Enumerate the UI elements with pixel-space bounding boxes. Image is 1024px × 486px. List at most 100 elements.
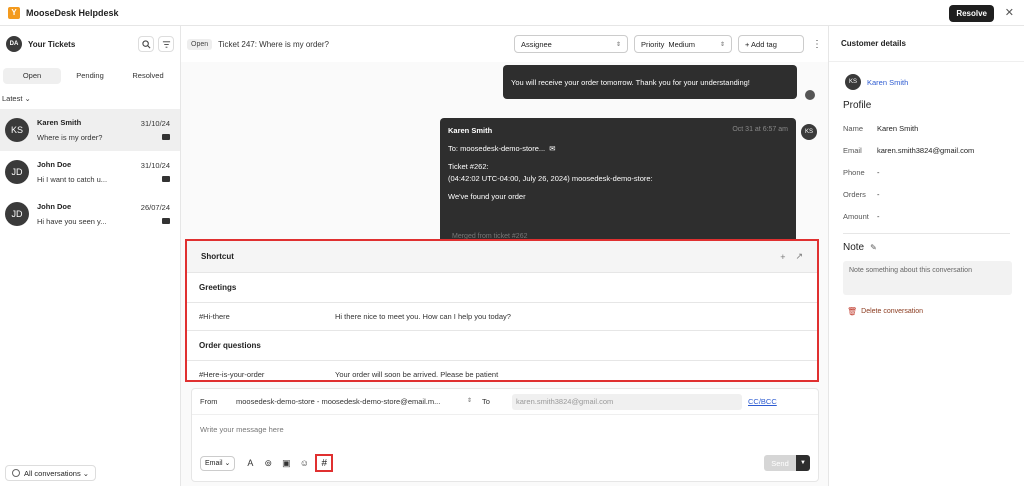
assignee-select[interactable]: Assignee ⇕ — [514, 35, 628, 53]
shortcut-header: Shortcut + ↗ — [187, 241, 817, 273]
customer-message-meta: (04:42:02 UTC-04:00, July 26, 2024) moos… — [448, 174, 653, 183]
ticket-sidebar: DA Your Tickets Open Pending Resolved La… — [0, 26, 181, 486]
shortcut-item[interactable]: #Hi-there Hi there nice to meet you. How… — [187, 303, 817, 331]
chevron-down-icon: ⌄ — [24, 94, 31, 103]
user-avatar[interactable]: DA — [6, 36, 22, 52]
cc-bcc-link[interactable]: CC/BCC — [748, 397, 777, 406]
chevron-updown-icon: ⇕ — [615, 41, 621, 48]
profile-field-orders: Orders - — [829, 183, 1024, 205]
top-bar: Y MooseDesk Helpdesk Resolve ✕ — [0, 0, 1024, 26]
priority-select[interactable]: Priority Medium ⇕ — [634, 35, 732, 53]
all-conversations-dropdown[interactable]: All conversations ⌄ — [5, 465, 97, 481]
field-label: Amount — [843, 211, 869, 221]
shortcut-group-title: Greetings — [187, 273, 817, 303]
status-badge: Open — [187, 38, 213, 50]
field-value: Karen Smith — [877, 123, 919, 133]
customer-contact: KS Karen Smith — [829, 62, 1024, 90]
image-icon[interactable]: ▣ — [277, 458, 295, 469]
customer-details-header: Customer details — [829, 26, 1024, 62]
avatar: KS — [845, 74, 861, 90]
from-label: From — [200, 397, 218, 406]
customer-details-panel: Customer details KS Karen Smith Profile … — [828, 26, 1024, 486]
note-title: Note — [843, 242, 865, 253]
agent-avatar — [805, 90, 815, 100]
customer-message-ticket: Ticket #262: — [448, 162, 489, 171]
from-to-row: From moosedesk-demo-store - moosedesk-de… — [192, 389, 818, 415]
conversation-pane: Open Ticket 247: Where is my order? Assi… — [181, 26, 828, 486]
message-input[interactable]: Write your message here — [192, 415, 818, 451]
tab-open[interactable]: Open — [3, 68, 61, 84]
composer-toolbar: Email ⌄ A ⊚ ▣ ☺ # Send ▼ — [192, 451, 818, 475]
ticket-status-tabs: Open Pending Resolved — [3, 68, 177, 84]
open-external-icon[interactable]: ↗ — [795, 251, 803, 262]
mail-icon — [162, 176, 170, 182]
to-field[interactable]: karen.smith3824@gmail.com — [512, 393, 742, 410]
shortcut-text: Hi there nice to meet you. How can I hel… — [335, 312, 511, 321]
edit-pencil-icon[interactable]: ✎ — [870, 243, 877, 252]
agent-message: You will receive your order tomorrow. Th… — [503, 65, 797, 99]
conversation-list: KS Karen Smith Where is my order? 31/10/… — [0, 109, 180, 235]
list-item[interactable]: JD John Doe Hi have you seen y... 26/07/… — [0, 193, 180, 235]
agent-message-text: You will receive your order tomorrow. Th… — [511, 77, 750, 87]
customer-message-body: We've found your order — [448, 192, 526, 201]
field-label: Orders — [843, 189, 866, 199]
customer-avatar: KS — [801, 124, 817, 140]
conversation-date: 26/07/24 — [140, 203, 170, 212]
list-item[interactable]: KS Karen Smith Where is my order? 31/10/… — [0, 109, 180, 151]
chevron-updown-icon: ⇕ — [719, 41, 725, 48]
list-item[interactable]: JD John Doe Hi I want to catch u... 31/1… — [0, 151, 180, 193]
tab-resolved[interactable]: Resolved — [119, 68, 177, 84]
to-label: To — [482, 397, 490, 406]
profile-field-name: Name Karen Smith — [829, 117, 1024, 139]
chevron-updown-icon: ⇕ — [466, 398, 472, 404]
delete-conversation-label: Delete conversation — [861, 308, 924, 315]
chevron-down-icon: ⌄ — [222, 460, 231, 467]
conversation-preview: Hi I want to catch u... — [37, 175, 108, 184]
more-options-icon[interactable]: ⋮ — [812, 39, 822, 50]
tab-pending[interactable]: Pending — [61, 68, 119, 84]
shortcut-text: Your order will soon be arrived. Please … — [335, 370, 499, 379]
customer-message-to: To: moosedesk-demo-store... ✉ — [448, 144, 788, 153]
app-logo-icon: Y — [8, 6, 20, 19]
customer-message-time: Oct 31 at 6:57 am — [732, 126, 788, 133]
sort-dropdown[interactable]: Latest ⌄ — [2, 94, 180, 103]
conversation-preview: Where is my order? — [37, 133, 103, 142]
note-input[interactable]: Note something about this conversation — [843, 261, 1012, 295]
customer-name-link[interactable]: Karen Smith — [867, 78, 908, 87]
shortcut-item[interactable]: #Here-is-your-order Your order will soon… — [187, 361, 817, 380]
add-tag-button[interactable]: + Add tag — [738, 35, 804, 53]
mail-icon: ✉ — [547, 144, 556, 153]
attachment-icon[interactable]: ⊚ — [259, 458, 277, 469]
send-button[interactable]: Send — [764, 455, 796, 471]
divider — [843, 233, 1010, 234]
chevron-down-icon: ⌄ — [80, 468, 90, 478]
profile-field-phone: Phone - — [829, 161, 1024, 183]
search-icon — [141, 39, 150, 48]
send-options-icon[interactable]: ▼ — [796, 455, 810, 471]
reply-composer: From moosedesk-demo-store - moosedesk-de… — [191, 388, 819, 482]
shortcut-key: #Hi-there — [199, 312, 230, 321]
field-value: karen.smith3824@gmail.com — [877, 145, 975, 155]
shortcut-hashtag-icon[interactable]: # — [315, 454, 334, 472]
all-conversations-label: All conversations — [24, 468, 81, 478]
channel-select[interactable]: Email ⌄ — [200, 455, 236, 471]
from-select[interactable]: moosedesk-demo-store - moosedesk-demo-st… — [236, 397, 482, 406]
avatar: JD — [5, 202, 29, 226]
close-icon[interactable]: ✕ — [1005, 6, 1014, 19]
sidebar-header: DA Your Tickets — [0, 26, 180, 62]
add-shortcut-icon[interactable]: + — [780, 252, 785, 262]
field-value: - — [877, 189, 880, 199]
conversation-date: 31/10/24 — [140, 161, 170, 170]
resolve-button[interactable]: Resolve — [949, 5, 994, 22]
delete-conversation-button[interactable]: 🗑 Delete conversation — [829, 295, 1024, 328]
sidebar-title: Your Tickets — [28, 39, 76, 49]
to-line: To: moosedesk-demo-store... — [448, 144, 546, 153]
priority-value: Medium — [668, 39, 696, 49]
trash-icon: 🗑 — [847, 307, 858, 316]
filter-button[interactable] — [158, 36, 174, 52]
shortcut-title: Shortcut — [201, 252, 234, 261]
emoji-icon[interactable]: ☺ — [295, 458, 313, 468]
text-format-icon[interactable]: A — [241, 458, 259, 468]
from-value: moosedesk-demo-store - moosedesk-demo-st… — [236, 397, 441, 406]
search-button[interactable] — [138, 36, 154, 52]
